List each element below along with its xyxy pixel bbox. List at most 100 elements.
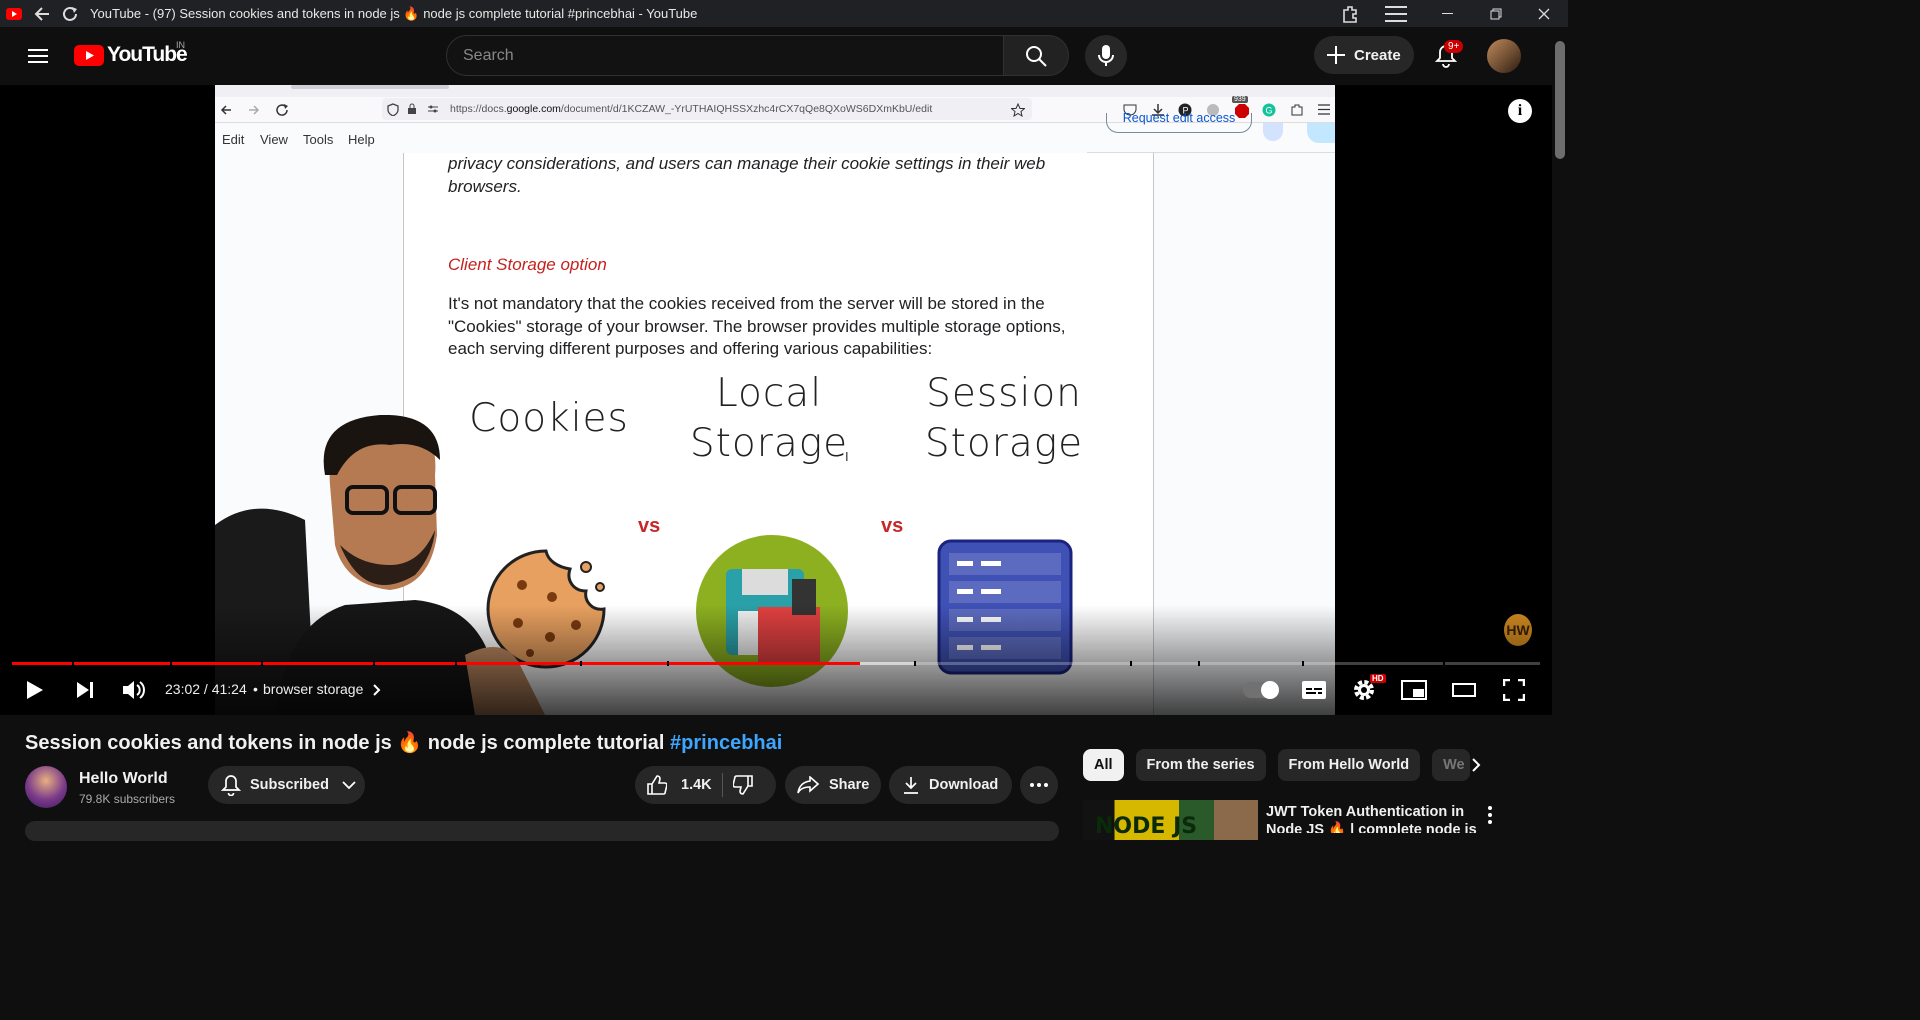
extensions-icon[interactable] [1340,4,1360,24]
dislike-button[interactable] [732,775,753,795]
docs-share-icon [1307,123,1335,143]
more-horizontal-icon [1030,783,1048,787]
thumbnail-text: NODE JS [1095,814,1198,839]
svg-text:G: G [1266,106,1273,116]
recommended-thumbnail[interactable]: NODE JS [1083,800,1258,840]
download-button[interactable]: Download [889,766,1012,804]
chevron-down-icon [342,781,356,789]
logo-text: YouTube [107,43,188,66]
url-domain: google.com [506,103,561,115]
hd-badge: HD [1370,674,1386,683]
play-button[interactable] [15,670,55,710]
docs-menu-tools: Tools [303,132,334,147]
theater-mode-button[interactable] [1444,670,1484,710]
like-count: 1.4K [681,777,712,793]
restore-icon[interactable] [1472,0,1520,27]
youtube-logo-icon [74,44,104,66]
like-button[interactable]: 1.4K [647,775,712,795]
miniplayer-button[interactable] [1394,670,1434,710]
lock-icon [408,103,416,114]
doc-heading: Client Storage option [448,255,607,274]
youtube-logo[interactable]: YouTube [74,43,188,67]
chapter-title-button[interactable]: browser storage [263,681,381,697]
puzzle-icon [1291,104,1303,116]
chapter-marker [72,661,74,666]
volume-icon [123,681,145,699]
subscribed-button[interactable]: Subscribed [208,766,365,804]
youtube-header: YouTube IN Create 9+ [0,27,1568,85]
close-icon[interactable] [1520,0,1568,27]
request-edit-label: Request edit access [1122,113,1236,125]
theater-icon [1452,683,1476,697]
address-bar: https://docs. google.com/document/d/1KCZA… [382,98,1032,120]
url-prefix: https://docs. [450,103,507,115]
subtitles-button[interactable] [1294,670,1334,710]
guide-menu-button[interactable] [20,39,56,73]
doc-paragraph-2: It's not mandatory that the cookies rece… [448,294,1066,358]
plus-icon [1327,46,1345,64]
hashtag-link[interactable]: #princebhai [670,732,782,754]
vs-label-2: vs [881,515,904,537]
fullscreen-icon [1503,679,1525,701]
chip-from-channel[interactable]: From Hello World [1277,749,1421,781]
more-actions-button[interactable] [1020,766,1058,804]
chapter-marker [1130,661,1132,666]
back-arrow-icon [220,105,231,115]
bell-icon [221,775,241,796]
reload-icon[interactable] [56,0,84,27]
info-icon[interactable]: i [1508,99,1532,123]
search-input[interactable] [463,46,1003,65]
mute-button[interactable] [114,670,154,710]
chip-all[interactable]: All [1083,749,1124,781]
description-box[interactable] [25,821,1059,841]
subtitles-icon [1302,681,1326,699]
player-controls: 23:02 / 41:24 • browser storage HD [0,670,1552,710]
miniplayer-icon [1401,680,1427,700]
voice-search-button[interactable] [1085,35,1127,77]
skip-next-icon [77,682,93,698]
chapter-marker [580,661,582,666]
chapter-separator: • [253,681,258,697]
like-divider [721,773,723,797]
window-title: YouTube - (97) Session cookies and token… [90,5,698,21]
next-button[interactable] [65,670,105,710]
back-icon[interactable] [28,0,56,27]
chip-from-series[interactable]: From the series [1135,749,1266,781]
autoplay-toggle[interactable] [1243,681,1279,699]
progress-bar[interactable] [12,661,1540,666]
recommended-more-button[interactable] [1480,804,1500,826]
minimize-icon[interactable] [1424,0,1472,27]
create-label: Create [1354,46,1401,64]
video-title: Session cookies and tokens in node js 🔥 … [25,730,782,755]
chapter-marker [914,661,916,666]
chapter-marker [1198,661,1200,666]
share-button[interactable]: Share [785,766,881,804]
vs-label-1: vs [638,515,661,537]
fullscreen-button[interactable] [1494,670,1534,710]
chapter-marker [1443,661,1445,666]
chapter-marker [373,661,375,666]
hamburger-icon [28,49,48,63]
browser-menu-icon[interactable] [1384,5,1408,23]
search-button[interactable] [1003,35,1069,76]
scrollbar-thumb[interactable] [1555,41,1565,159]
microphone-icon [1098,45,1114,66]
bookmark-star-icon [1011,103,1025,117]
channel-name[interactable]: Hello World [79,770,168,788]
video-player[interactable]: https://docs. google.com/document/d/1KCZA… [0,85,1552,715]
related-filter-chips: All From the series From Hello World We [1083,749,1482,781]
recommended-title[interactable]: JWT Token Authentication in Node JS 🔥 | … [1266,803,1480,833]
extension-badge-count: 939 [1232,96,1248,103]
youtube-favicon-icon [0,0,28,27]
chips-next-button[interactable] [1462,751,1490,779]
window-title-bar: YouTube - (97) Session cookies and token… [0,0,1568,27]
label-session-storage: Storage [924,421,1084,466]
thumbs-down-icon [732,775,753,795]
channel-avatar[interactable] [25,766,67,808]
country-code: IN [176,40,185,50]
create-button[interactable]: Create [1314,36,1414,74]
page-scrollbar[interactable] [1552,27,1568,833]
chapter-title: browser storage [263,681,364,697]
account-avatar[interactable] [1487,39,1521,73]
autoplay-knob [1261,681,1279,699]
